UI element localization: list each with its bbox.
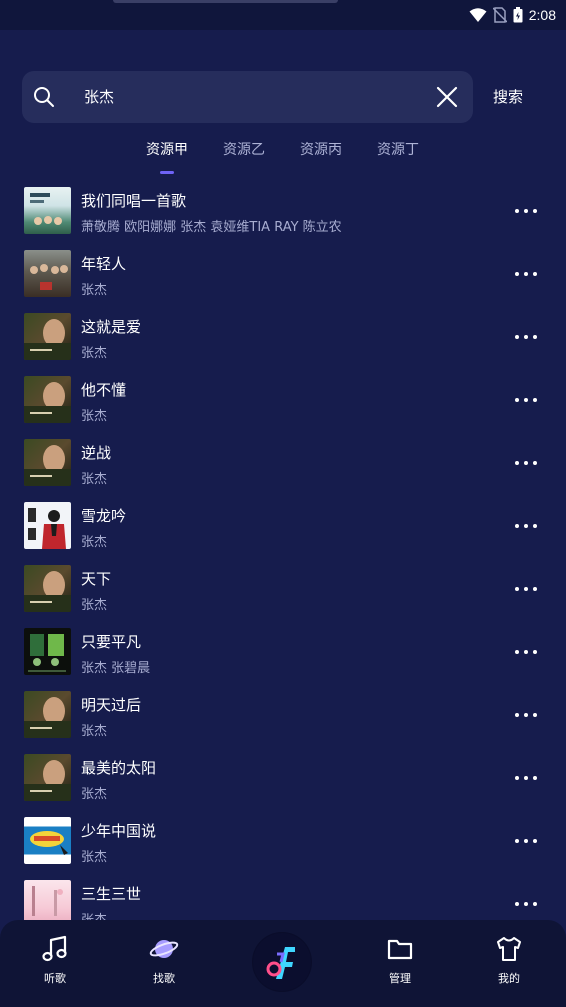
nav-mine[interactable]: 我的 bbox=[474, 920, 544, 1007]
wifi-icon bbox=[469, 8, 487, 22]
song-title: 少年中国说 bbox=[81, 822, 157, 840]
song-row[interactable]: 少年中国说 张杰 bbox=[0, 810, 566, 872]
more-icon[interactable] bbox=[512, 708, 540, 722]
nav-manage[interactable]: 管理 bbox=[365, 920, 435, 1007]
album-cover bbox=[24, 817, 71, 864]
search-bar[interactable]: 张杰 bbox=[22, 71, 473, 123]
song-row[interactable]: 雪龙吟 张杰 bbox=[0, 495, 566, 557]
song-title: 三生三世 bbox=[81, 885, 142, 903]
tab-indicator bbox=[160, 171, 174, 174]
now-playing-button[interactable] bbox=[252, 932, 312, 992]
song-title: 年轻人 bbox=[81, 255, 127, 273]
status-bar: 2:08 bbox=[0, 0, 566, 30]
song-artist: 萧敬腾 欧阳娜娜 张杰 袁娅维TIA RAY 陈立农 bbox=[81, 220, 342, 235]
song-artist: 张杰 bbox=[81, 850, 108, 865]
search-input[interactable]: 张杰 bbox=[84, 71, 114, 123]
close-icon[interactable] bbox=[435, 85, 459, 109]
tab-source-c[interactable]: 资源丙 bbox=[291, 134, 351, 166]
album-cover bbox=[24, 691, 71, 738]
album-cover bbox=[24, 565, 71, 612]
song-row[interactable]: 只要平凡 张杰 张碧晨 bbox=[0, 621, 566, 683]
song-row[interactable]: 他不懂 张杰 bbox=[0, 369, 566, 431]
status-icons: 2:08 bbox=[469, 5, 556, 25]
song-row[interactable]: 最美的太阳 张杰 bbox=[0, 747, 566, 809]
song-row[interactable]: 天下 张杰 bbox=[0, 558, 566, 620]
song-artist: 张杰 bbox=[81, 346, 108, 361]
song-artist: 张杰 bbox=[81, 724, 108, 739]
nav-label-discover: 找歌 bbox=[153, 972, 175, 985]
nav-label-mine: 我的 bbox=[498, 972, 520, 985]
song-title: 逆战 bbox=[81, 444, 112, 462]
album-cover bbox=[24, 187, 71, 234]
song-artist: 张杰 bbox=[81, 472, 108, 487]
album-cover bbox=[24, 250, 71, 297]
nav-listen[interactable]: 听歌 bbox=[20, 920, 90, 1007]
song-title: 只要平凡 bbox=[81, 633, 142, 651]
tab-source-b[interactable]: 资源乙 bbox=[214, 134, 274, 166]
song-title: 这就是爱 bbox=[81, 318, 142, 336]
nav-label-listen: 听歌 bbox=[44, 972, 66, 985]
album-cover bbox=[24, 376, 71, 423]
song-artist: 张杰 bbox=[81, 283, 108, 298]
song-row[interactable]: 明天过后 张杰 bbox=[0, 684, 566, 746]
song-row[interactable]: 我们同唱一首歌 萧敬腾 欧阳娜娜 张杰 袁娅维TIA RAY 陈立农 bbox=[0, 180, 566, 242]
more-icon[interactable] bbox=[512, 456, 540, 470]
more-icon[interactable] bbox=[512, 834, 540, 848]
song-title: 他不懂 bbox=[81, 381, 127, 399]
search-icon bbox=[34, 87, 54, 107]
song-title: 我们同唱一首歌 bbox=[81, 192, 187, 210]
more-icon[interactable] bbox=[512, 519, 540, 533]
song-row[interactable]: 这就是爱 张杰 bbox=[0, 306, 566, 368]
more-icon[interactable] bbox=[512, 204, 540, 218]
tab-source-d[interactable]: 资源丁 bbox=[368, 134, 428, 166]
more-icon[interactable] bbox=[512, 267, 540, 281]
more-icon[interactable] bbox=[512, 582, 540, 596]
song-artist: 张杰 bbox=[81, 409, 108, 424]
song-title: 雪龙吟 bbox=[81, 507, 127, 525]
more-icon[interactable] bbox=[512, 897, 540, 911]
song-artist: 张杰 bbox=[81, 535, 108, 550]
music-note-icon bbox=[42, 935, 67, 962]
album-cover bbox=[24, 628, 71, 675]
search-button[interactable]: 搜索 bbox=[480, 80, 536, 114]
song-title: 最美的太阳 bbox=[81, 759, 157, 777]
song-row[interactable]: 年轻人 张杰 bbox=[0, 243, 566, 305]
no-sim-icon bbox=[492, 7, 507, 23]
more-icon[interactable] bbox=[512, 393, 540, 407]
notch-handle bbox=[113, 0, 338, 3]
album-cover bbox=[24, 439, 71, 486]
song-artist: 张杰 张碧晨 bbox=[81, 661, 151, 676]
planet-icon bbox=[149, 940, 179, 958]
status-time: 2:08 bbox=[528, 7, 556, 23]
nav-label-manage: 管理 bbox=[389, 972, 411, 985]
song-row[interactable]: 逆战 张杰 bbox=[0, 432, 566, 494]
more-icon[interactable] bbox=[512, 771, 540, 785]
more-icon[interactable] bbox=[512, 645, 540, 659]
song-title: 天下 bbox=[81, 570, 112, 588]
song-title: 明天过后 bbox=[81, 696, 142, 714]
tab-source-a[interactable]: 资源甲 bbox=[137, 134, 197, 166]
app-logo-icon bbox=[253, 933, 311, 991]
album-cover bbox=[24, 502, 71, 549]
nav-discover[interactable]: 找歌 bbox=[129, 920, 199, 1007]
shirt-icon bbox=[497, 937, 521, 961]
folder-icon bbox=[387, 939, 413, 960]
album-cover bbox=[24, 313, 71, 360]
album-cover bbox=[24, 754, 71, 801]
more-icon[interactable] bbox=[512, 330, 540, 344]
battery-icon bbox=[513, 7, 523, 23]
song-artist: 张杰 bbox=[81, 598, 108, 613]
song-artist: 张杰 bbox=[81, 787, 108, 802]
source-tabs: 资源甲 资源乙 资源丙 资源丁 bbox=[0, 134, 566, 178]
